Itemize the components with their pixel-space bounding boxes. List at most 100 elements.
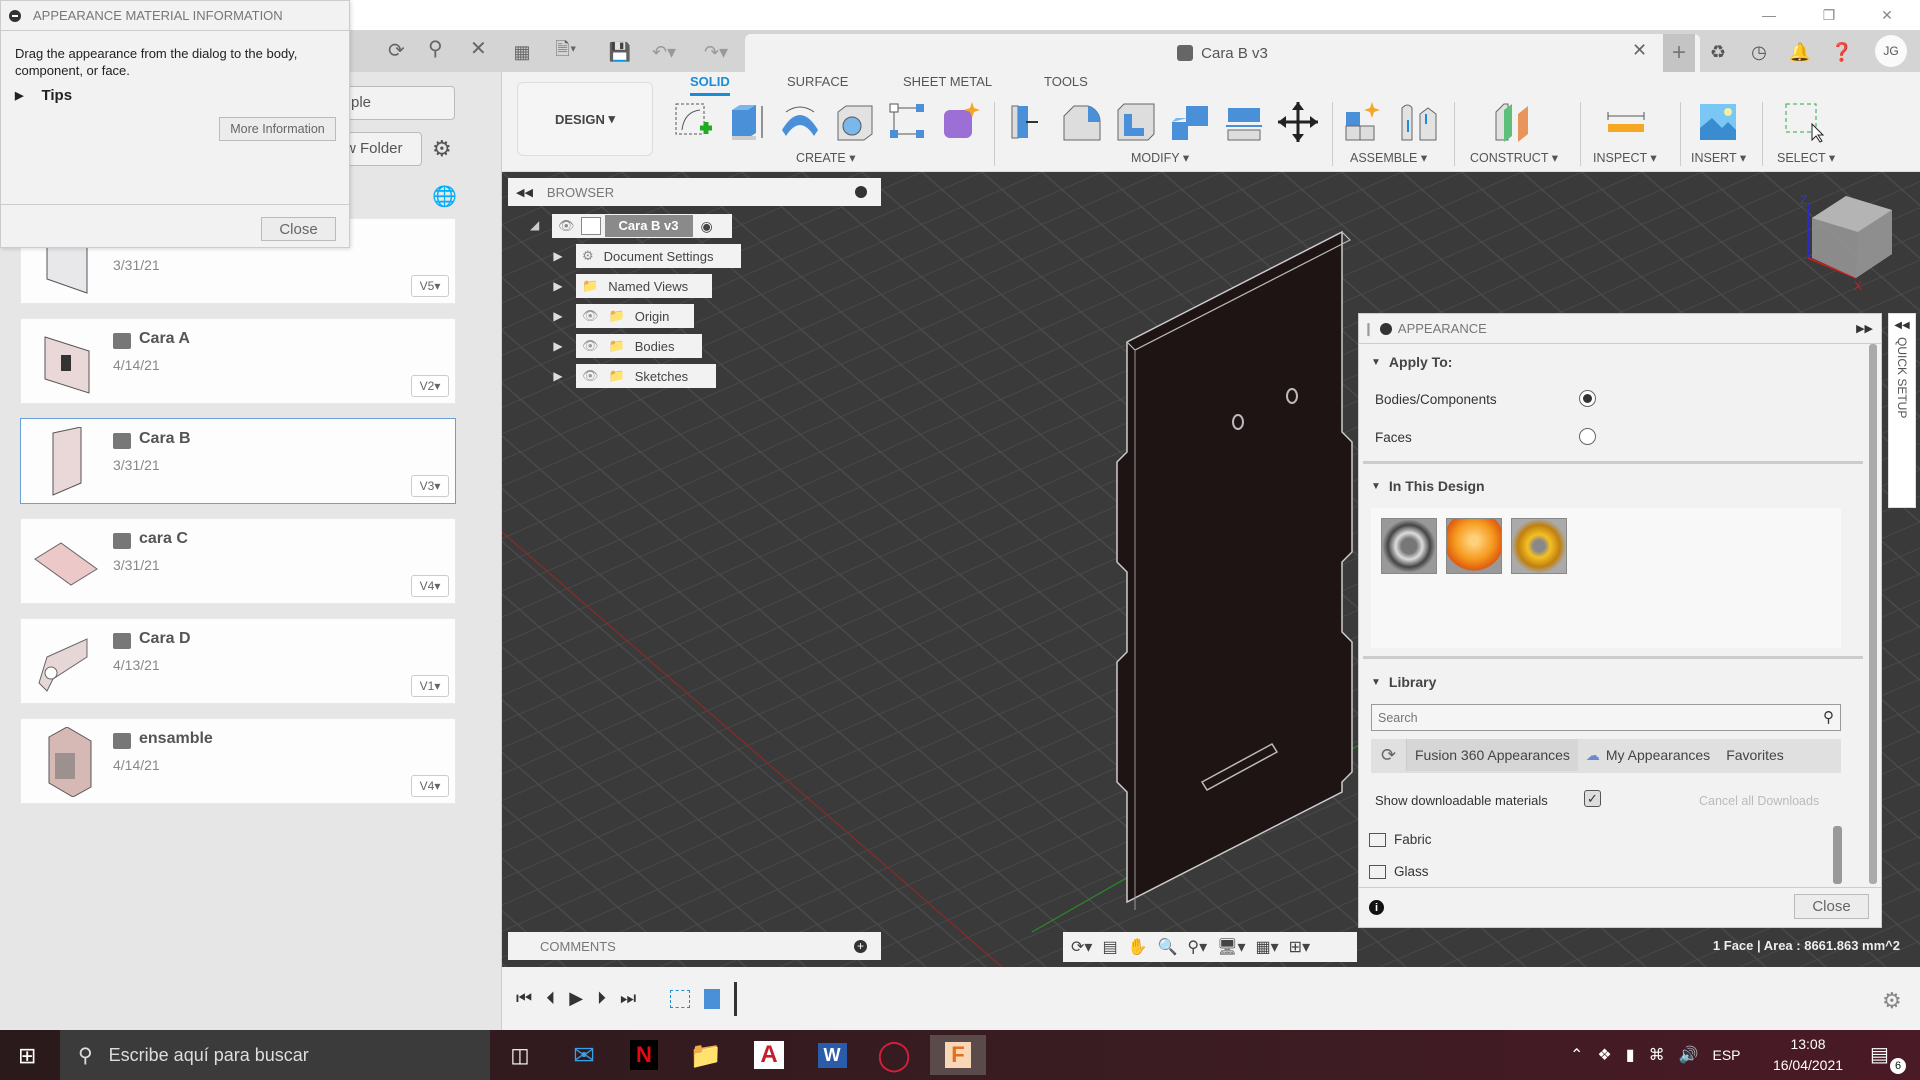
activate-radio-icon[interactable]: ◉ [701, 218, 713, 235]
timeline-marker[interactable] [734, 981, 738, 1016]
file-menu-icon[interactable]: 🗎▾ [550, 38, 582, 66]
folder-item[interactable]: Fabric [1369, 832, 1432, 847]
document-tab[interactable]: Cara B v3 [745, 34, 1700, 72]
select-icon[interactable] [1782, 100, 1826, 144]
fusion360-app-icon[interactable]: F [930, 1035, 986, 1075]
show-hidden-icons[interactable]: ⌃ [1570, 1045, 1583, 1065]
tab-my-appearances[interactable]: ☁ My Appearances [1578, 739, 1718, 771]
design-card[interactable]: cara C 3/31/21 V4 ▾ [20, 518, 456, 604]
timeline-extrude-icon[interactable] [704, 988, 721, 1009]
version-dropdown[interactable]: V5 ▾ [411, 275, 449, 297]
apply-to-section[interactable]: ▼ Apply To: [1371, 354, 1452, 370]
search-icon[interactable]: ⚲ [1823, 708, 1834, 726]
create-menu[interactable]: CREATE ▾ [796, 150, 856, 165]
play-icon[interactable]: ▶ [569, 988, 583, 1009]
visibility-icon[interactable]: 👁 [582, 338, 599, 354]
dropbox-icon[interactable]: ❖ [1597, 1045, 1611, 1065]
visibility-icon[interactable]: 👁 [558, 218, 575, 234]
tips-toggle[interactable]: ▶ Tips [1, 79, 349, 112]
faces-radio[interactable] [1579, 428, 1596, 445]
search-icon[interactable]: ⚲ [428, 36, 443, 61]
root-expand-icon[interactable]: ◢ [530, 218, 539, 232]
expand-node-icon[interactable]: ▶ [551, 246, 565, 266]
pattern-icon[interactable] [886, 100, 930, 144]
extrude-icon[interactable] [724, 100, 768, 144]
expand-node-icon[interactable]: ▶ [551, 336, 565, 356]
close-window-button[interactable]: ✕ [1858, 0, 1916, 30]
user-avatar[interactable]: JG [1875, 35, 1907, 67]
browser-minimize-icon[interactable] [855, 186, 867, 198]
info-close-button[interactable]: Close [261, 217, 336, 241]
redo-icon[interactable]: ↷▾ [700, 38, 732, 66]
word-app-icon[interactable]: W [808, 1035, 856, 1075]
expand-panel-icon[interactable]: ▶▶ [1856, 322, 1873, 335]
fillet-icon[interactable] [1060, 100, 1104, 144]
more-information-button[interactable]: More Information [219, 117, 336, 141]
insert-menu[interactable]: INSERT ▾ [1691, 150, 1746, 165]
file-explorer-icon[interactable]: 📁 [682, 1035, 730, 1075]
visibility-icon[interactable]: 👁 [582, 308, 599, 324]
collapse-icon[interactable] [1379, 322, 1392, 335]
version-dropdown[interactable]: V2 ▾ [411, 375, 449, 397]
design-card[interactable]: Cara B 3/31/21 V3 ▾ [20, 418, 456, 504]
globe-icon[interactable]: 🌐 [432, 184, 457, 209]
info-icon[interactable]: i [1369, 900, 1384, 915]
tab-sheet-metal[interactable]: SHEET METAL [903, 74, 992, 96]
construct-menu[interactable]: CONSTRUCT ▾ [1470, 150, 1558, 165]
timeline-settings-icon[interactable]: ⚙ [1882, 988, 1902, 1014]
help-icon[interactable]: ❓ [1826, 38, 1858, 66]
undo-icon[interactable]: ↶▾ [648, 38, 680, 66]
grid-settings-icon[interactable]: ▦▾ [1256, 937, 1279, 957]
version-dropdown[interactable]: V4 ▾ [411, 775, 449, 797]
viewports-icon[interactable]: ⊞▾ [1289, 937, 1310, 957]
tab-surface[interactable]: SURFACE [787, 74, 848, 96]
step-back-icon[interactable]: ⏴ [546, 988, 555, 1009]
show-downloadable-checkbox[interactable]: ✓ [1584, 790, 1601, 807]
design-card[interactable]: Cara A 4/14/21 V2 ▾ [20, 318, 456, 404]
measure-icon[interactable] [1604, 100, 1648, 144]
version-dropdown[interactable]: V1 ▾ [411, 675, 449, 697]
hole-icon[interactable] [832, 100, 876, 144]
design-card[interactable]: Cara D 4/13/21 V1 ▾ [20, 618, 456, 704]
in-this-design-section[interactable]: ▼ In This Design [1371, 478, 1485, 494]
create-form-icon[interactable] [938, 100, 982, 144]
volume-icon[interactable]: 🔊 [1679, 1045, 1699, 1065]
design-card[interactable]: ensamble 4/14/21 V4 ▾ [20, 718, 456, 804]
netflix-app-icon[interactable]: N [620, 1035, 668, 1075]
bodies-components-radio[interactable] [1579, 390, 1596, 407]
zoom-icon[interactable]: 🔍 [1157, 937, 1177, 957]
go-to-start-icon[interactable]: ⏮ [516, 988, 532, 1009]
cancel-downloads-link[interactable]: Cancel all Downloads [1699, 794, 1819, 808]
appearance-close-button[interactable]: Close [1794, 894, 1869, 919]
modify-menu[interactable]: MODIFY ▾ [1131, 150, 1189, 165]
offset-plane-icon[interactable] [1492, 100, 1536, 144]
add-comment-icon[interactable]: + [854, 939, 867, 953]
windows-start-icon[interactable]: ⊞ [18, 1043, 36, 1069]
language-indicator[interactable]: ESP [1712, 1047, 1740, 1063]
close-data-panel-icon[interactable]: ✕ [470, 36, 487, 61]
save-icon[interactable]: 💾 [604, 38, 636, 66]
assemble-menu[interactable]: ASSEMBLE ▾ [1350, 150, 1427, 165]
step-forward-icon[interactable]: ⏵ [597, 988, 606, 1009]
tab-favorites[interactable]: Favorites [1718, 739, 1792, 771]
expand-node-icon[interactable]: ▶ [551, 366, 565, 386]
swatch-gold[interactable] [1511, 518, 1567, 574]
app-grid-icon[interactable]: ▦ [506, 38, 538, 66]
viewcube[interactable]: Z X [1800, 192, 1912, 296]
refresh-icon[interactable]: ⟳ [388, 38, 405, 63]
comments-panel[interactable]: COMMENTS + [508, 932, 881, 960]
browser-panel-header[interactable]: ◀◀ BROWSER [508, 178, 881, 206]
wifi-icon[interactable]: ⌘ [1649, 1045, 1665, 1065]
select-menu[interactable]: SELECT ▾ [1777, 150, 1835, 165]
version-dropdown[interactable]: V3 ▾ [411, 475, 449, 497]
create-sketch-icon[interactable] [672, 100, 716, 144]
browser-root-node[interactable]: 👁 Cara B v3 ◉ [552, 214, 732, 238]
minimize-button[interactable]: — [1740, 0, 1798, 30]
workspace-switcher[interactable]: DESIGN ▾ [517, 82, 653, 156]
collapse-browser-icon[interactable]: ◀◀ [516, 186, 533, 199]
version-dropdown[interactable]: V4 ▾ [411, 575, 449, 597]
orbit-icon[interactable]: ⟳▾ [1071, 937, 1092, 957]
inspect-menu[interactable]: INSPECT ▾ [1593, 150, 1657, 165]
browser-node[interactable]: 👁 📁 Origin [576, 304, 694, 328]
battery-icon[interactable]: ▮ [1626, 1045, 1635, 1065]
